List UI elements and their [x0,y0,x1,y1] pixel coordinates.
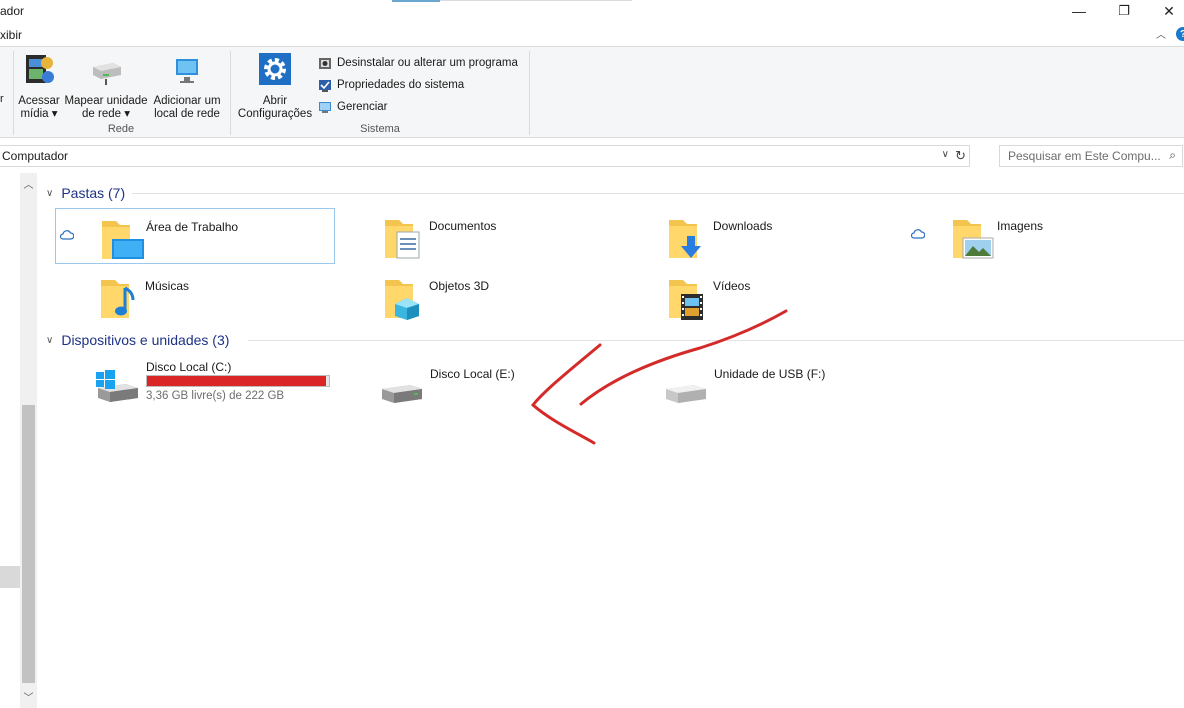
cloud-sync-icon [911,229,925,239]
navigation-scrollbar[interactable]: ︿ ﹀ [20,173,37,708]
drive-free-space: 3,36 GB livre(s) de 222 GB [146,390,285,402]
desktop-folder-icon [102,221,144,259]
chevron-down-icon[interactable]: ∨ [46,335,53,346]
folders-group-header[interactable]: ∨ Pastas (7) [46,183,125,203]
gerenciar-label: Gerenciar [337,101,388,113]
folder-label: Downloads [713,219,773,233]
music-folder-icon [101,280,135,318]
search-icon: ⌕ [1169,148,1176,162]
manage-computer-icon [319,102,331,113]
adicionar-line1: Adicionar um [153,95,221,107]
mapear-unidade-button[interactable]: Mapear unidade de rede ▾ [62,51,150,121]
close-button[interactable]: ✕ [1146,0,1184,22]
documents-folder-icon [385,220,420,259]
drive-tile-c[interactable]: Disco Local (C:) 3,36 GB livre(s) de 222… [56,358,336,418]
drive-usage-bar [146,375,330,387]
gerenciar-button[interactable]: Gerenciar [318,98,388,116]
folder-tile-music[interactable]: Músicas [55,268,335,324]
folders-group-title: Pastas (7) [61,185,126,201]
windows-system-drive-icon [96,370,138,402]
acessar-midia-line2: mídia ▾ [20,108,58,120]
folder-label: Documentos [429,219,497,233]
ribbon-separator [230,51,231,135]
system-properties-icon [319,80,331,92]
scroll-down-icon[interactable]: ﹀ [20,689,37,704]
group-divider [248,340,1184,341]
folder-label: Músicas [145,279,190,293]
title-divider-line [440,0,632,1]
folder-label: Imagens [997,219,1044,233]
scroll-up-icon[interactable]: ︿ [20,176,37,191]
collapse-ribbon-icon[interactable]: ︿ [1156,26,1166,41]
drive-label: Unidade de USB (F:) [714,367,826,381]
desinstalar-programa-button[interactable]: Desinstalar ou alterar um programa [318,54,518,72]
videos-folder-icon [669,280,703,320]
usb-drive-icon [666,385,706,403]
maximize-button[interactable]: ❐ [1101,0,1147,22]
devices-group-header[interactable]: ∨ Dispositivos e unidades (3) [46,330,229,350]
folder-label: Área de Trabalho [146,220,239,234]
refresh-icon[interactable]: ↻ [955,148,966,164]
title-bar: ador — ❐ ✕ [0,0,1184,24]
abrir-line2: Configurações [237,108,313,120]
mapear-line2: de rede ▾ [82,108,130,120]
rede-group-label: Rede [107,123,135,135]
cloud-sync-icon [60,230,74,240]
scrollbar-thumb[interactable] [22,405,35,683]
abrir-configuracoes-button[interactable]: Abrir Configurações [236,51,314,121]
acessar-midia-button[interactable]: Acessar mídia ▾ [18,51,60,121]
downloads-folder-icon [669,220,701,258]
folder-tile-3d-objects[interactable]: Objetos 3D [339,268,619,324]
folder-tile-pictures[interactable]: Imagens [907,208,1184,264]
propriedades-label: Propriedades do sistema [337,79,465,91]
drive-tile-f[interactable]: Unidade de USB (F:) [624,365,904,425]
minimize-button[interactable]: — [1056,0,1102,22]
address-row: Computador ∨ ↻ Pesquisar em Este Compu..… [0,139,1184,173]
drive-usage-fill [147,376,327,386]
3d-objects-folder-icon [385,280,419,320]
uninstall-program-icon [319,58,331,69]
group-divider [132,193,1184,194]
local-disk-icon [382,385,422,403]
sistema-group-label: Sistema [360,123,400,135]
abrir-line1: Abrir [262,95,288,107]
navigation-selected-item[interactable] [0,566,20,588]
folder-tile-videos[interactable]: Vídeos [623,268,903,324]
adicionar-line2: local de rede [154,108,220,120]
address-history-chevron-icon[interactable]: ∨ [942,149,949,160]
ribbon: r Acessar mídia ▾ Mapear unidade de rede… [0,46,1184,138]
acessar-midia-line1: Acessar [18,95,60,107]
folder-tile-downloads[interactable]: Downloads [623,208,903,264]
tab-exibir[interactable]: xibir [0,28,22,42]
adicionar-local-rede-button[interactable]: Adicionar um local de rede [151,51,223,121]
help-icon[interactable]: ? [1176,27,1184,41]
chevron-down-icon[interactable]: ∨ [46,188,53,199]
desinstalar-label: Desinstalar ou alterar um programa [337,57,518,69]
drive-label: Disco Local (E:) [430,367,515,381]
ribbon-cut-label: r [0,93,4,105]
settings-gear-icon [259,53,291,85]
media-icon [26,55,54,83]
folder-label: Vídeos [713,279,751,293]
address-bar[interactable]: Computador ∨ ↻ [0,145,970,167]
search-placeholder: Pesquisar em Este Compu... [1008,149,1161,163]
drive-label: Disco Local (C:) [146,360,232,374]
folder-tile-desktop[interactable]: Área de Trabalho [55,208,335,264]
drive-tile-e[interactable]: Disco Local (E:) [340,365,620,425]
address-path: Computador [2,149,69,163]
search-input[interactable]: Pesquisar em Este Compu... ⌕ [999,145,1183,167]
ribbon-tabs: xibir ︿ ? [0,24,1184,46]
devices-group-title: Dispositivos e unidades (3) [61,332,230,348]
title-accent-line [392,0,440,2]
propriedades-sistema-button[interactable]: Propriedades do sistema [318,76,464,94]
pictures-folder-icon [953,220,994,259]
window-title: ador [0,4,25,18]
folder-tile-documents[interactable]: Documentos [339,208,619,264]
folder-label: Objetos 3D [429,279,490,293]
mapear-line1: Mapear unidade [64,95,148,107]
network-location-icon [176,59,198,83]
network-drive-icon [93,63,121,85]
ribbon-separator [529,51,530,135]
